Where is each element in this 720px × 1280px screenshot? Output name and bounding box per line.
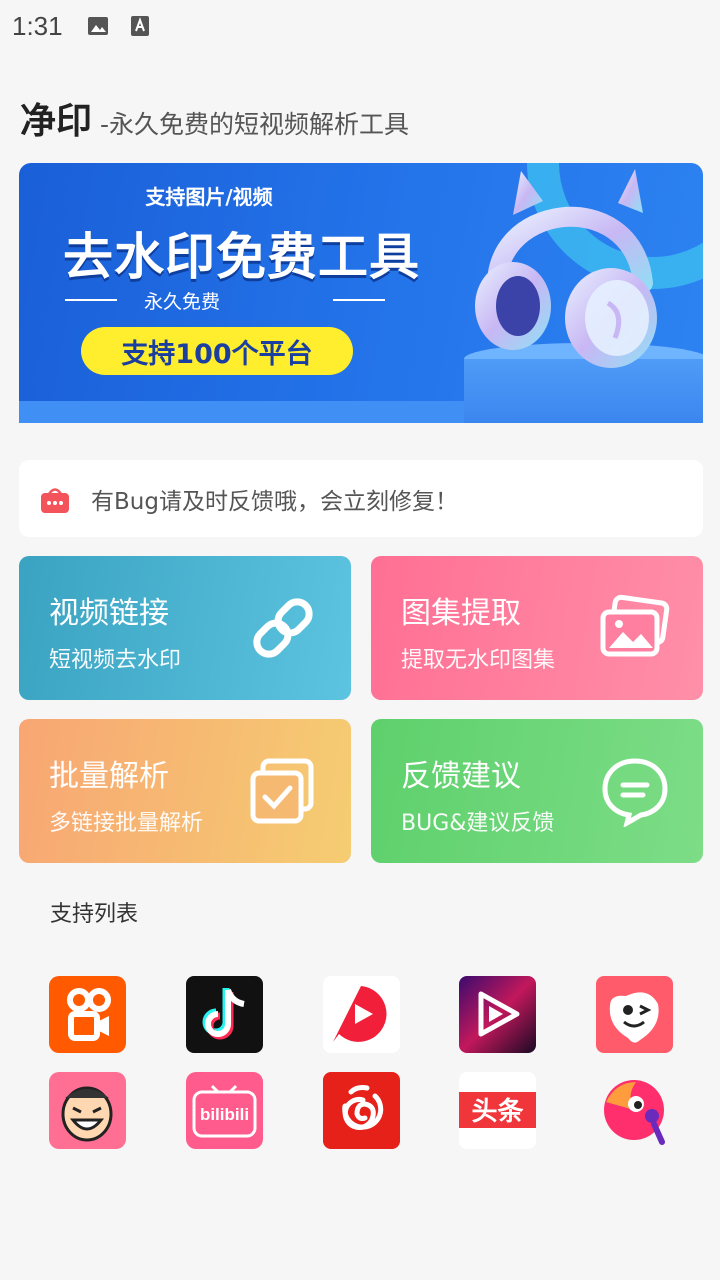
image-icon [87, 15, 109, 37]
keyboard-a-icon [129, 15, 151, 37]
video-play-logo-icon[interactable] [459, 976, 536, 1053]
status-bar: 1:31 [0, 0, 720, 52]
kuaishou-logo-icon[interactable] [49, 976, 126, 1053]
card-subtitle: BUG&建议反馈 [401, 811, 555, 836]
images-icon [600, 594, 670, 657]
feedback-card[interactable]: 反馈建议 BUG&建议反馈 [371, 719, 703, 863]
shop-bag-icon [39, 483, 71, 515]
card-title: 图集提取 [401, 596, 521, 631]
support-list-title: 支持列表 [50, 902, 139, 927]
bilibili-logo-icon[interactable]: bilibili [186, 1072, 263, 1149]
banner-free-text: 永久免费 [143, 291, 220, 313]
card-title: 批量解析 [49, 759, 169, 794]
batch-parse-card[interactable]: 批量解析 多链接批量解析 [19, 719, 351, 863]
card-subtitle: 提取无水印图集 [401, 648, 556, 673]
app-subtitle: -永久免费的短视频解析工具 [100, 110, 410, 139]
card-title: 反馈建议 [401, 759, 521, 794]
zuiyou-logo-icon[interactable] [596, 1072, 673, 1149]
card-subtitle: 短视频去水印 [49, 648, 182, 673]
app-title: 净印 [20, 101, 93, 142]
pipixia-logo-icon[interactable] [596, 976, 673, 1053]
toutiao-text: 头条 [471, 1097, 524, 1127]
laughing-face-logo-icon[interactable] [49, 1072, 126, 1149]
chat-icon [602, 758, 668, 827]
banner-divider-right [333, 299, 385, 301]
netease-music-logo-icon[interactable] [323, 1072, 400, 1149]
app-header: 净印 -永久免费的短视频解析工具 [20, 92, 410, 142]
promo-banner[interactable]: 支持图片/视频 去水印免费工具 永久免费 支持100个平台 [19, 163, 703, 423]
video-link-card[interactable]: 视频链接 短视频去水印 [19, 556, 351, 700]
weishi-logo-icon[interactable] [323, 976, 400, 1053]
bilibili-text: bilibili [200, 1105, 249, 1124]
douyin-logo-icon[interactable] [186, 976, 263, 1053]
banner-divider-left [65, 299, 117, 301]
card-subtitle: 多链接批量解析 [49, 811, 204, 836]
card-title: 视频链接 [49, 596, 169, 631]
status-time: 1:31 [12, 10, 63, 41]
image-extract-card[interactable]: 图集提取 提取无水印图集 [371, 556, 703, 700]
check-copy-icon [250, 758, 314, 824]
banner-support-text: 支持图片/视频 [145, 185, 273, 209]
link-icon [253, 598, 313, 658]
bug-notice[interactable]: 有Bug请及时反馈哦，会立刻修复！ [19, 460, 703, 537]
toutiao-logo-icon[interactable]: 头条 [459, 1072, 536, 1149]
banner-title: 去水印免费工具 [63, 228, 420, 286]
banner-platform-pill: 支持100个平台 [81, 327, 353, 375]
headphones-illustration [464, 163, 703, 423]
notice-text: 有Bug请及时反馈哦，会立刻修复！ [91, 488, 458, 515]
